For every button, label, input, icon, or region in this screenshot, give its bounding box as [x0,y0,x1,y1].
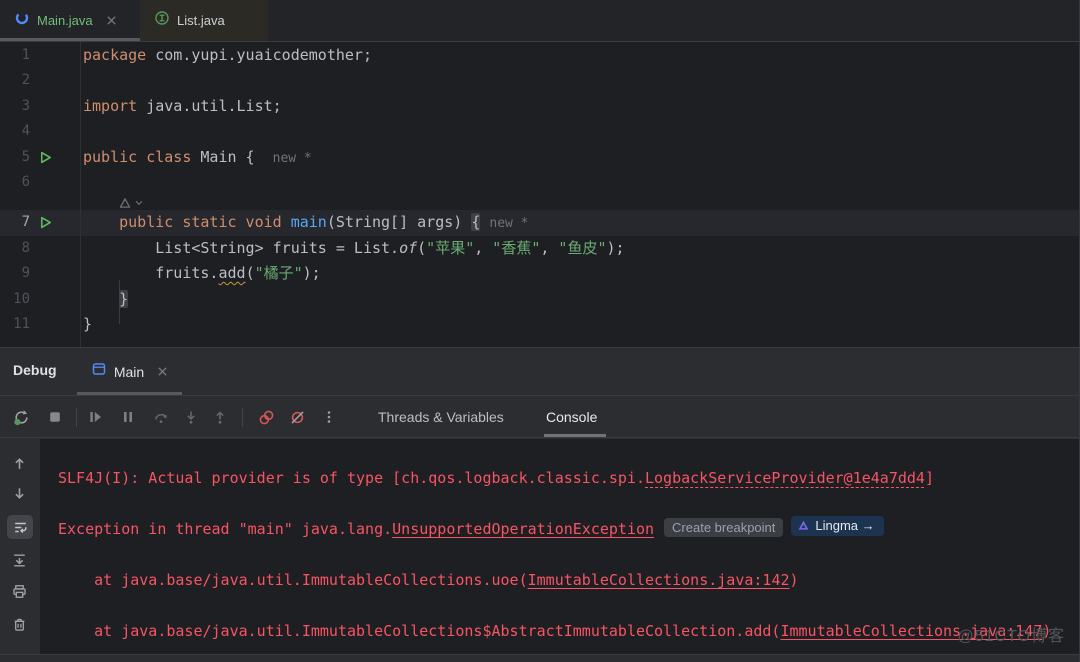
pause-icon[interactable] [120,409,136,425]
debug-title: Debug [13,362,57,378]
class-icon [14,10,30,31]
code-line[interactable]: List<String> fruits = List.of("苹果", "香蕉"… [83,236,1079,261]
scroll-to-end-icon[interactable] [11,552,28,569]
tab-threads-variables[interactable]: Threads & Variables [378,396,504,438]
stop-icon[interactable] [47,409,63,425]
code-line[interactable]: } [83,312,1079,337]
stack-frame-link[interactable]: ImmutableCollections.java:142 [528,571,790,589]
step-over-icon[interactable] [153,409,169,425]
console-output[interactable]: SLF4J(I): Actual provider is of type [ch… [40,439,1079,654]
debug-session-tab[interactable]: Main [77,348,182,395]
line-number[interactable]: 11 [0,312,30,337]
line-number[interactable]: 2 [0,68,30,93]
code-editor[interactable]: 1 2 3 4 5 6 7 8 9 10 11 package com.yupi… [0,42,1079,347]
more-options-icon[interactable] [321,409,337,425]
debug-toolbar: Threads & Variables Console [0,395,1079,438]
line-number[interactable]: 5 [0,145,30,170]
step-out-icon[interactable] [212,409,228,425]
run-main-icon[interactable] [38,215,53,230]
active-tab-underline [0,38,140,41]
console-line: Exception in thread "main" java.lang.Uns… [58,517,1079,542]
lingma-button[interactable]: Lingma → [791,516,883,536]
ide-window: Main.java List.java 1 2 3 4 5 6 7 8 9 10… [0,0,1080,662]
console-tab-underline [544,434,606,437]
console-line: SLF4J(I): Actual provider is of type [ch… [58,466,1079,491]
up-stack-icon[interactable] [11,455,28,472]
close-icon[interactable] [106,15,117,26]
interface-icon [154,10,170,31]
print-icon[interactable] [11,583,28,600]
exception-class-link[interactable]: UnsupportedOperationException [392,520,654,538]
console-view: SLF4J(I): Actual provider is of type [ch… [0,439,1079,654]
code-line[interactable]: import java.util.List; [83,94,1079,119]
tab-list-java[interactable]: List.java [140,0,268,41]
console-line: at java.base/java.util.ImmutableCollecti… [58,568,1079,593]
soft-wrap-icon[interactable] [7,515,33,539]
code-line[interactable]: public static void main(String[] args) {… [83,210,1079,235]
console-frame-icon [91,361,107,382]
line-number[interactable]: 4 [0,119,30,144]
code-line[interactable]: public class Main { new * [83,145,1079,170]
line-number[interactable]: 6 [0,170,30,195]
line-number[interactable]: 8 [0,236,30,261]
lingma-icon [797,519,810,532]
inlay-hint-text: new * [273,151,312,166]
tab-main-java[interactable]: Main.java [0,0,140,41]
gutter-separator [80,42,81,347]
clear-all-icon[interactable] [11,616,28,633]
editor-tab-bar: Main.java List.java [0,0,1079,42]
console-toolbar [0,439,40,654]
console-line: at java.base/java.util.ImmutableCollecti… [58,619,1079,644]
chevron-down-icon [134,198,144,208]
code-line[interactable]: package com.yupi.yuaicodemother; [83,43,1079,68]
resume-icon[interactable] [87,409,103,425]
inlay-hint-text: new * [489,216,528,231]
code-line[interactable]: } [83,287,1079,312]
line-number[interactable]: 7 [0,210,30,235]
object-ref-link[interactable]: LogbackServiceProvider@1e4a7dd4 [645,469,925,487]
line-number[interactable]: 10 [0,287,30,312]
watermark: @51CTO博客 [957,622,1065,646]
debug-tool-window: Debug Main [0,347,1079,662]
line-number[interactable]: 9 [0,261,30,286]
debug-header: Debug Main [0,348,1079,395]
toolbar-divider [76,408,77,427]
run-class-icon[interactable] [38,150,53,165]
toolbar-divider [242,408,243,427]
create-breakpoint-button[interactable]: Create breakpoint [664,518,783,537]
lingma-inlay-icon [119,197,131,209]
close-icon[interactable] [157,366,168,377]
line-number[interactable]: 1 [0,43,30,68]
tab-label: List.java [177,13,225,28]
code-line[interactable]: fruits.add("橘子"); [83,261,1079,286]
view-breakpoints-icon[interactable] [258,409,274,425]
ai-inlay-hint[interactable] [119,195,144,210]
tab-console[interactable]: Console [546,396,597,438]
mute-breakpoints-icon[interactable] [289,409,305,425]
tab-label: Main.java [37,13,93,28]
line-number[interactable]: 3 [0,94,30,119]
session-tab-label: Main [114,364,144,380]
rerun-debug-icon[interactable] [13,409,29,425]
status-bar-strip [0,654,1079,662]
down-stack-icon[interactable] [11,485,28,502]
step-into-icon[interactable] [183,409,199,425]
